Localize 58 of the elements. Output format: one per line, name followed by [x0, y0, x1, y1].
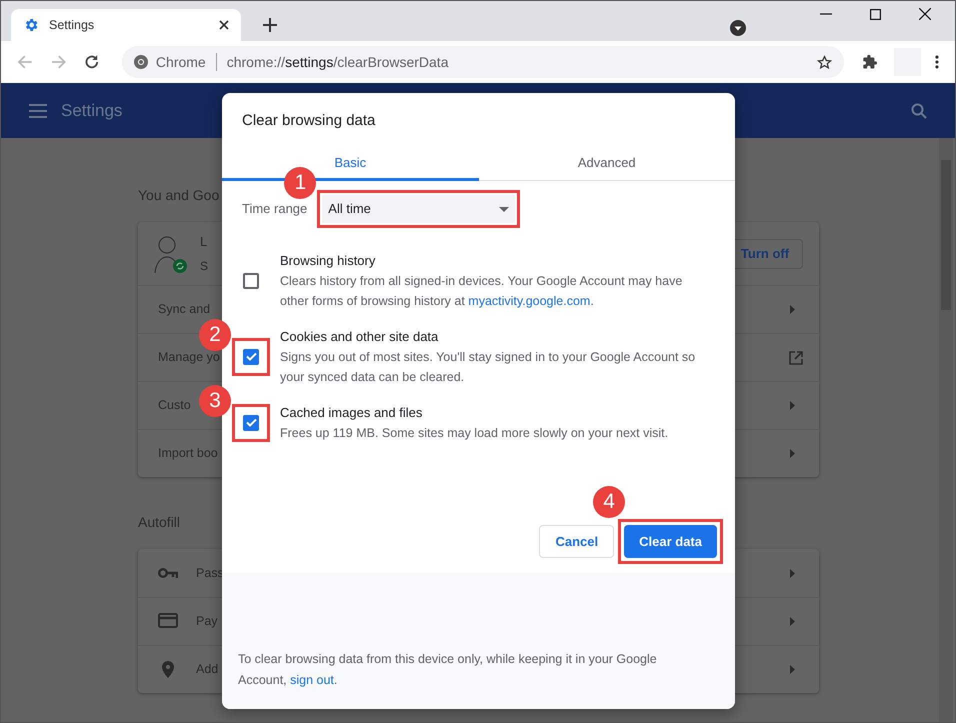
triangle-right-icon[interactable] — [790, 401, 795, 410]
puzzle-piece-icon[interactable] — [862, 54, 878, 70]
triangle-right-icon[interactable] — [790, 617, 795, 626]
settings-row-label[interactable]: Custo — [158, 396, 191, 415]
settings-row-label[interactable]: Sync and — [158, 300, 210, 319]
item-description: Clears history from all signed-in devices. Your Google Account may have other forms of browsing history at myactivity.google.com. — [280, 272, 684, 310]
item-description: Frees up 119 MB. Some sites may load more slowly on your next visit. — [280, 424, 670, 442]
triangle-right-icon[interactable] — [790, 305, 795, 314]
step-number-badge: 4 — [593, 486, 626, 518]
external-link-icon[interactable] — [789, 350, 803, 364]
item-title: Cached images and files — [280, 404, 424, 422]
step-number-badge: 1 — [284, 167, 316, 199]
cancel-button[interactable]: Cancel — [539, 525, 614, 558]
settings-row-label[interactable]: Import boo — [158, 444, 218, 463]
settings-row-label[interactable]: Pay — [196, 612, 218, 631]
section-title: Autofill — [138, 513, 182, 532]
checkbox[interactable] — [243, 272, 259, 288]
dropdown-circle-icon[interactable] — [730, 20, 746, 36]
dialog-tab[interactable]: Advanced — [478, 144, 735, 180]
browser-tab[interactable]: Settings — [11, 9, 241, 41]
time-range-select[interactable]: All time — [322, 195, 516, 223]
search-icon[interactable] — [911, 102, 927, 118]
description-link[interactable]: myactivity.google.com — [468, 294, 590, 308]
triangle-right-icon[interactable] — [790, 665, 795, 674]
close-icon[interactable] — [219, 20, 229, 30]
maximize-icon[interactable] — [870, 8, 881, 20]
item-title: Cookies and other site data — [280, 328, 440, 346]
settings-row-label[interactable]: Manage yo — [158, 348, 220, 367]
close-icon[interactable] — [919, 8, 931, 20]
chrome-logo-icon — [134, 55, 148, 69]
key-icon — [158, 568, 178, 578]
caret-down-icon — [499, 206, 510, 212]
url-text: chrome://settings/clearBrowserData — [226, 52, 450, 72]
triangle-right-icon[interactable] — [790, 449, 795, 458]
triangle-right-icon[interactable] — [790, 568, 795, 578]
tab-title: Settings — [49, 16, 96, 34]
menu-icon[interactable] — [29, 104, 47, 118]
sign-out-link[interactable]: sign out — [290, 673, 334, 687]
checkbox[interactable] — [243, 414, 259, 430]
time-range-label: Time range — [242, 200, 308, 218]
address-bar[interactable]: Chrome chrome://settings/clearBrowserData — [122, 46, 844, 78]
menu-dots-icon[interactable] — [935, 55, 939, 69]
item-description: Signs you out of most sites. You'll stay signed in to your Google Account so your synced data can be cleared. — [280, 348, 696, 386]
item-title: Browsing history — [280, 252, 376, 270]
settings-row-label[interactable]: Add — [196, 660, 218, 679]
dialog-title: Clear browsing data — [241, 111, 376, 131]
clear-data-button[interactable]: Clear data — [624, 525, 717, 558]
section-title: You and Goo — [138, 186, 220, 205]
profile-status: S — [200, 258, 208, 276]
star-icon[interactable] — [817, 54, 832, 70]
checkbox[interactable] — [243, 348, 259, 364]
site-label: Chrome — [156, 52, 206, 72]
reload-icon[interactable] — [84, 54, 100, 70]
settings-title: Settings — [61, 100, 122, 122]
plus-icon[interactable] — [263, 18, 277, 32]
footer-text: To clear browsing data from this device only, while keeping it in your Google Account, sign out. — [238, 651, 658, 689]
gear-icon — [23, 17, 39, 33]
profile-name: L — [200, 232, 208, 251]
